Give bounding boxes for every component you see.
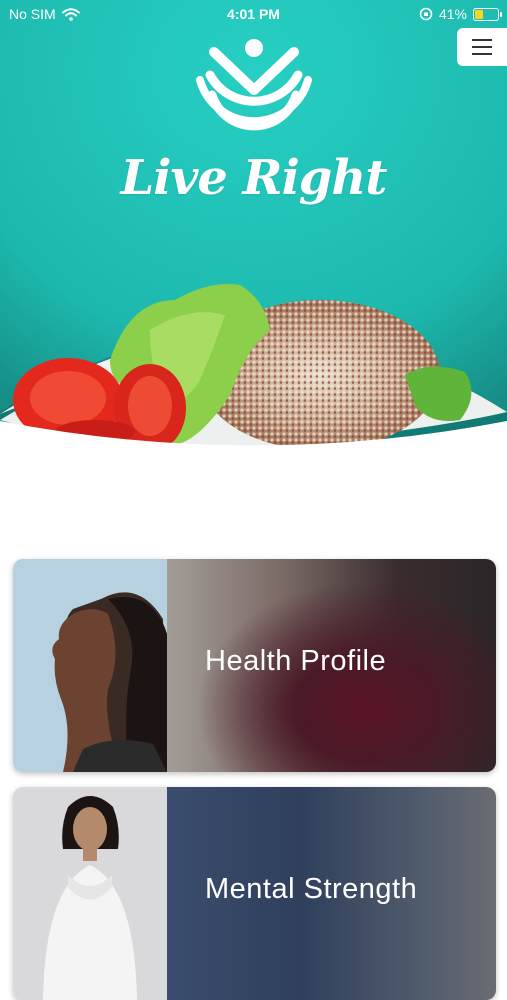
status-bar: No SIM 4:01 PM 41% [0, 0, 507, 28]
hamburger-menu-icon-bar [472, 53, 492, 55]
hamburger-menu-icon [472, 39, 492, 41]
battery-icon [473, 7, 502, 21]
woman-standing-photo [13, 787, 167, 1000]
mental-strength-card[interactable]: Mental Strength [13, 787, 496, 1000]
app-title: Live Right [120, 150, 388, 206]
mental-strength-panel: Mental Strength [167, 787, 496, 1000]
health-profile-title: Health Profile [205, 645, 387, 677]
battery-fill [475, 9, 484, 19]
orientation-lock-icon [419, 7, 433, 21]
hero-header: Live Right [0, 0, 507, 470]
hamburger-menu-icon-bar [472, 46, 492, 48]
battery-percent: 41% [438, 6, 467, 22]
menu-button[interactable] [457, 28, 507, 66]
mental-strength-title: Mental Strength [205, 873, 418, 905]
status-right: 41% [419, 6, 502, 22]
health-profile-panel: Health Profile [167, 559, 496, 772]
hero-background [0, 0, 507, 470]
woman-profile-photo [13, 559, 167, 772]
health-profile-card[interactable]: Health Profile [13, 559, 496, 772]
